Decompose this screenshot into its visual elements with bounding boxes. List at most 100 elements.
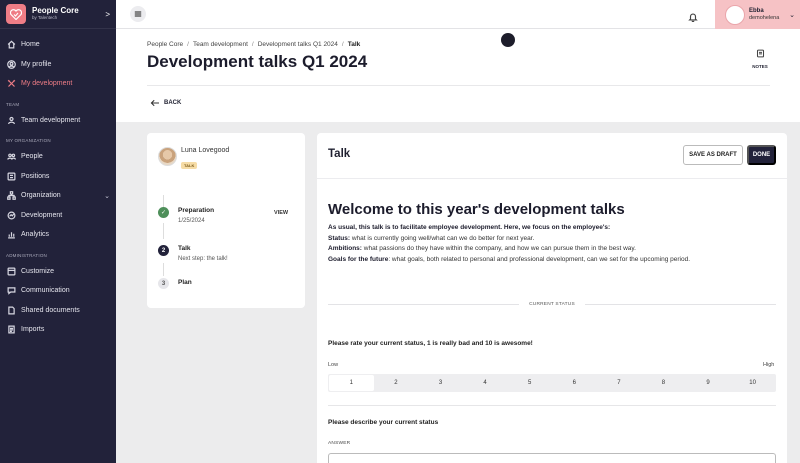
sidebar-item-label: Imports [21, 326, 45, 334]
sidebar-item-customize[interactable]: Customize [0, 262, 116, 282]
sidebar-item-development[interactable]: Development [0, 206, 116, 226]
rating-option-1[interactable]: 1 [329, 375, 374, 391]
rating-option-5[interactable]: 5 [507, 375, 552, 391]
step-number-icon: 2 [158, 245, 169, 256]
user-account: demohelena [749, 14, 780, 21]
done-button[interactable]: DONE [747, 145, 776, 165]
status-label: Status: [328, 234, 351, 242]
check-icon: ✓ [158, 207, 169, 218]
sidebar-item-label: Shared documents [21, 306, 80, 314]
status-badge: TALK [181, 162, 198, 169]
step-title: Talk [178, 245, 191, 252]
sidebar-item-my-development[interactable]: My development [0, 74, 116, 94]
save-as-draft-button[interactable]: SAVE AS DRAFT [683, 145, 743, 165]
breadcrumb-item[interactable]: Development talks Q1 2024 [258, 41, 338, 48]
imports-icon [6, 324, 17, 335]
avatar [725, 4, 745, 25]
breadcrumb-item[interactable]: Team development [193, 41, 248, 48]
view-button[interactable]: VIEW [274, 210, 288, 216]
sidebar-item-label: My profile [21, 60, 52, 68]
user-menu[interactable]: Ebba demohelena ⌄ [715, 0, 800, 29]
brand-sub: by Talentech [32, 15, 58, 21]
sidebar-item-people[interactable]: People [0, 147, 116, 167]
sidebar-item-analytics[interactable]: Analytics [0, 225, 116, 245]
intro-text: As usual, this talk is to facilitate emp… [328, 223, 778, 265]
sidebar-item-organization[interactable]: Organization ⌄ [0, 186, 116, 206]
chevron-right-icon[interactable]: > [105, 10, 110, 19]
nav-section-administration: ADMINISTRATION [6, 252, 47, 258]
rating-question: Please rate your current status, 1 is re… [328, 340, 533, 347]
back-button[interactable]: BACK [150, 99, 181, 107]
breadcrumb-item[interactable]: People Core [147, 41, 183, 48]
sidebar-item-label: Organization [21, 192, 61, 200]
sidebar-nav: Home My profile My development TEAM Team… [0, 29, 116, 340]
page-title: Development talks Q1 2024 [147, 52, 368, 71]
sidebar-item-home[interactable]: Home [0, 35, 116, 55]
nav-section-organization: MY ORGANIZATION [6, 138, 51, 143]
rating-option-10[interactable]: 10 [730, 375, 775, 391]
ambitions-label: Ambitions: [328, 245, 362, 252]
sidebar-item-positions[interactable]: Positions [0, 167, 116, 187]
user-name: Ebba [749, 8, 764, 15]
sidebar-item-label: Analytics [21, 231, 50, 239]
positions-icon [6, 171, 17, 182]
heart-logo-icon [6, 4, 26, 24]
tools-icon [6, 78, 17, 89]
step-title: Preparation [178, 207, 215, 214]
step-connector [163, 263, 164, 276]
talk-form-card: Talk SAVE AS DRAFT DONE Welcome to this … [317, 133, 787, 463]
chevron-down-icon: ⌄ [789, 11, 795, 19]
rating-option-3[interactable]: 3 [418, 375, 463, 391]
arrow-left-icon [150, 99, 159, 107]
sidebar-item-my-profile[interactable]: My profile [0, 55, 116, 75]
header-divider [147, 85, 770, 86]
back-label: BACK [164, 100, 182, 106]
rating-option-7[interactable]: 7 [597, 375, 642, 391]
step-date: 1/25/2024 [178, 218, 205, 224]
intro-lead: As usual, this talk is to facilitate emp… [328, 224, 611, 231]
organization-icon [6, 190, 17, 201]
sidebar-item-imports[interactable]: Imports [0, 320, 116, 340]
divider [328, 405, 776, 406]
brand-name: People Core [32, 6, 79, 16]
sidebar-item-team-development[interactable]: Team development [0, 111, 116, 131]
notes-button[interactable]: NOTES [750, 45, 770, 69]
people-icon [6, 151, 17, 162]
rating-option-8[interactable]: 8 [641, 375, 686, 391]
describe-question: Please describe your current status [328, 419, 439, 426]
sidebar-item-label: Positions [21, 172, 50, 180]
chevron-down-icon: ⌄ [104, 192, 110, 200]
user-circle-icon [6, 59, 17, 70]
communication-icon [6, 285, 17, 296]
step-subtitle: Next step: the talk! [178, 256, 228, 262]
welcome-heading: Welcome to this year's development talks [328, 201, 625, 218]
step-number-icon: 3 [158, 278, 169, 289]
talk-progress-card: Luna Lovegood TALK ✓ Preparation 1/25/20… [147, 133, 305, 308]
sidebar-item-label: Home [21, 41, 40, 49]
sidebar-item-shared-documents[interactable]: Shared documents [0, 301, 116, 321]
rating-option-4[interactable]: 4 [463, 375, 508, 391]
breadcrumb: People Core / Team development / Develop… [147, 41, 360, 48]
sidebar-item-label: Communication [21, 287, 70, 295]
sidebar: People Core by Talentech > Home My profi… [0, 0, 116, 463]
bell-icon[interactable] [688, 9, 698, 23]
rating-scale: 1 2 3 4 5 6 7 8 9 10 [328, 374, 776, 392]
sidebar-item-communication[interactable]: Communication [0, 281, 116, 301]
step-title: Plan [178, 279, 192, 286]
employee-avatar [158, 147, 177, 166]
brand[interactable]: People Core by Talentech > [0, 0, 116, 29]
divider [317, 178, 787, 179]
sidebar-item-label: People [21, 153, 43, 161]
rating-option-2[interactable]: 2 [374, 375, 419, 391]
menu-toggle-button[interactable] [130, 6, 146, 22]
rating-option-6[interactable]: 6 [552, 375, 597, 391]
sidebar-item-label: My development [21, 80, 73, 88]
rating-option-9[interactable]: 9 [686, 375, 731, 391]
ambitions-text: what passions do they have within the co… [361, 245, 636, 252]
breadcrumb-separator: / [187, 41, 189, 48]
status-text: what is currently going well/what can we… [350, 234, 535, 242]
development-icon [6, 210, 17, 221]
sidebar-item-label: Development [21, 211, 63, 219]
employee-name: Luna Lovegood [181, 147, 230, 154]
answer-textarea[interactable] [328, 453, 776, 463]
